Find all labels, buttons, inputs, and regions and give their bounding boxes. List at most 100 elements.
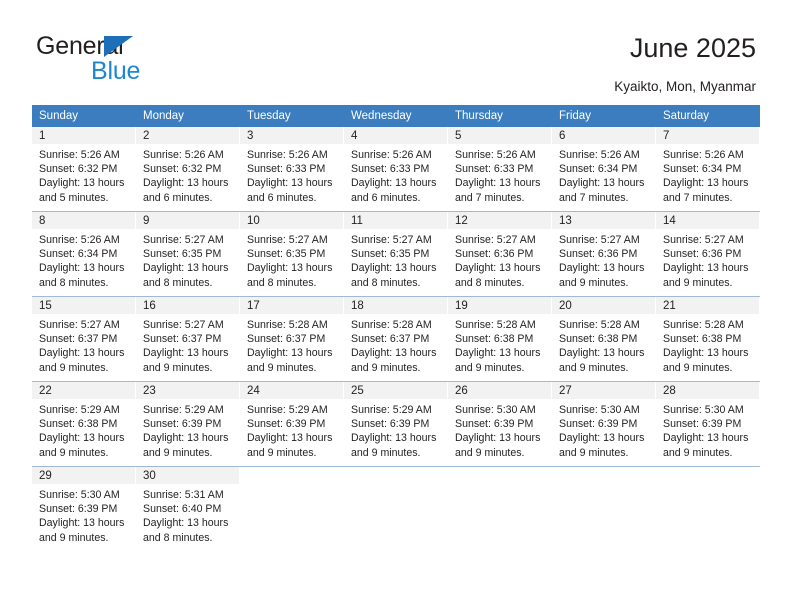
calendar-day-cell[interactable]: 14 Sunrise: 5:27 AM Sunset: 6:36 PM Dayligh… bbox=[656, 211, 760, 297]
calendar-day-cell[interactable]: 1 Sunrise: 5:26 AM Sunset: 6:32 PM Daylight… bbox=[32, 127, 136, 212]
sunset-text: Sunset: 6:33 PM bbox=[455, 163, 534, 176]
sunrise-text: Sunrise: 5:26 AM bbox=[39, 149, 120, 161]
daylight-text-line2: and 8 minutes. bbox=[247, 276, 317, 289]
calendar-day-cell[interactable]: 9 Sunrise: 5:27 AM Sunset: 6:35 PM Daylight… bbox=[136, 211, 240, 297]
daylight-text-line1: Daylight: 13 hours bbox=[455, 347, 541, 360]
day-number: 5 bbox=[455, 130, 462, 142]
sunrise-text: Sunrise: 5:28 AM bbox=[455, 319, 536, 331]
daylight-text-line1: Daylight: 13 hours bbox=[663, 347, 749, 360]
weekday-header-sunday: Sunday bbox=[32, 105, 136, 127]
calendar-day-cell[interactable]: 25 Sunrise: 5:29 AM Sunset: 6:39 PM Dayligh… bbox=[344, 381, 448, 467]
sunset-text: Sunset: 6:35 PM bbox=[351, 248, 430, 261]
day-number: 14 bbox=[663, 215, 676, 227]
calendar-day-cell[interactable]: 2 Sunrise: 5:26 AM Sunset: 6:32 PM Daylight… bbox=[136, 127, 240, 212]
day-number: 19 bbox=[455, 300, 468, 312]
calendar-day-cell[interactable] bbox=[656, 466, 760, 553]
daylight-text-line2: and 9 minutes. bbox=[143, 446, 213, 459]
calendar-day-cell[interactable]: 16 Sunrise: 5:27 AM Sunset: 6:37 PM Dayligh… bbox=[136, 296, 240, 382]
sunset-text: Sunset: 6:32 PM bbox=[143, 163, 222, 176]
sunrise-text: Sunrise: 5:26 AM bbox=[663, 149, 744, 161]
calendar-day-cell[interactable]: 24 Sunrise: 5:29 AM Sunset: 6:39 PM Dayligh… bbox=[240, 381, 344, 467]
daylight-text-line2: and 9 minutes. bbox=[39, 446, 109, 459]
calendar-day-cell[interactable] bbox=[448, 466, 552, 553]
logo-text-blue: Blue bbox=[91, 57, 141, 85]
calendar-day-cell[interactable]: 6 Sunrise: 5:26 AM Sunset: 6:34 PM Daylight… bbox=[552, 127, 656, 212]
sunset-text: Sunset: 6:39 PM bbox=[143, 418, 222, 431]
calendar-day-cell[interactable]: 23 Sunrise: 5:29 AM Sunset: 6:39 PM Dayligh… bbox=[136, 381, 240, 467]
day-number: 13 bbox=[559, 215, 572, 227]
page-header: General Blue June 2025 Kyaikto, Mon, Mya… bbox=[0, 0, 792, 100]
calendar-day-cell[interactable]: 4 Sunrise: 5:26 AM Sunset: 6:33 PM Daylight… bbox=[344, 127, 448, 212]
calendar-header-row: Sunday Monday Tuesday Wednesday Thursday… bbox=[32, 105, 760, 127]
day-number: 16 bbox=[143, 300, 156, 312]
day-number: 28 bbox=[663, 385, 676, 397]
calendar-day-cell[interactable]: 7 Sunrise: 5:26 AM Sunset: 6:34 PM Daylight… bbox=[656, 127, 760, 212]
day-number: 7 bbox=[663, 130, 670, 142]
sunrise-text: Sunrise: 5:26 AM bbox=[455, 149, 536, 161]
day-number: 22 bbox=[39, 385, 52, 397]
calendar-day-cell[interactable] bbox=[344, 466, 448, 553]
sunrise-text: Sunrise: 5:27 AM bbox=[455, 234, 536, 246]
sunrise-text: Sunrise: 5:26 AM bbox=[39, 234, 120, 246]
daylight-text-line2: and 9 minutes. bbox=[247, 446, 317, 459]
sunset-text: Sunset: 6:38 PM bbox=[455, 333, 534, 346]
calendar-day-cell[interactable]: 18 Sunrise: 5:28 AM Sunset: 6:37 PM Dayligh… bbox=[344, 296, 448, 382]
daylight-text-line2: and 9 minutes. bbox=[663, 446, 733, 459]
daylight-text-line2: and 8 minutes. bbox=[455, 276, 525, 289]
calendar-day-cell[interactable]: 10 Sunrise: 5:27 AM Sunset: 6:35 PM Dayligh… bbox=[240, 211, 344, 297]
calendar-day-cell[interactable] bbox=[552, 466, 656, 553]
sunrise-text: Sunrise: 5:26 AM bbox=[247, 149, 328, 161]
day-number: 4 bbox=[351, 130, 358, 142]
weekday-header-saturday: Saturday bbox=[656, 105, 760, 127]
calendar-day-cell[interactable]: 29 Sunrise: 5:30 AM Sunset: 6:39 PM Dayligh… bbox=[32, 466, 136, 553]
day-number: 1 bbox=[39, 130, 46, 142]
general-blue-logo[interactable]: General Blue bbox=[36, 32, 246, 88]
daylight-text-line2: and 9 minutes. bbox=[143, 361, 213, 374]
calendar-day-cell[interactable]: 22 Sunrise: 5:29 AM Sunset: 6:38 PM Dayligh… bbox=[32, 381, 136, 467]
calendar-day-cell[interactable]: 19 Sunrise: 5:28 AM Sunset: 6:38 PM Dayligh… bbox=[448, 296, 552, 382]
calendar-day-cell[interactable]: 12 Sunrise: 5:27 AM Sunset: 6:36 PM Dayligh… bbox=[448, 211, 552, 297]
page-subtitle-location: Kyaikto, Mon, Myanmar bbox=[614, 79, 756, 94]
day-number: 30 bbox=[143, 470, 156, 482]
sunset-text: Sunset: 6:34 PM bbox=[663, 163, 742, 176]
calendar-day-cell[interactable]: 5 Sunrise: 5:26 AM Sunset: 6:33 PM Daylight… bbox=[448, 127, 552, 212]
daylight-text-line2: and 9 minutes. bbox=[247, 361, 317, 374]
calendar-day-cell[interactable]: 13 Sunrise: 5:27 AM Sunset: 6:36 PM Dayligh… bbox=[552, 211, 656, 297]
daylight-text-line2: and 9 minutes. bbox=[351, 446, 421, 459]
day-number: 23 bbox=[143, 385, 156, 397]
calendar-day-cell[interactable]: 15 Sunrise: 5:27 AM Sunset: 6:37 PM Dayligh… bbox=[32, 296, 136, 382]
calendar-day-cell[interactable]: 3 Sunrise: 5:26 AM Sunset: 6:33 PM Daylight… bbox=[240, 127, 344, 212]
sunset-text: Sunset: 6:37 PM bbox=[247, 333, 326, 346]
calendar-day-cell[interactable]: 30 Sunrise: 5:31 AM Sunset: 6:40 PM Dayligh… bbox=[136, 466, 240, 553]
calendar-day-cell[interactable]: 8 Sunrise: 5:26 AM Sunset: 6:34 PM Daylight… bbox=[32, 211, 136, 297]
sunrise-text: Sunrise: 5:30 AM bbox=[559, 404, 640, 416]
sunrise-text: Sunrise: 5:30 AM bbox=[39, 489, 120, 501]
calendar-day-cell[interactable] bbox=[240, 466, 344, 553]
daylight-text-line1: Daylight: 13 hours bbox=[559, 347, 645, 360]
sunrise-text: Sunrise: 5:26 AM bbox=[143, 149, 224, 161]
daylight-text-line1: Daylight: 13 hours bbox=[143, 432, 229, 445]
day-number: 2 bbox=[143, 130, 150, 142]
day-number: 21 bbox=[663, 300, 676, 312]
calendar-page: General Blue June 2025 Kyaikto, Mon, Mya… bbox=[0, 0, 792, 612]
sunrise-text: Sunrise: 5:27 AM bbox=[351, 234, 432, 246]
sunset-text: Sunset: 6:37 PM bbox=[143, 333, 222, 346]
sunset-text: Sunset: 6:34 PM bbox=[559, 163, 638, 176]
daylight-text-line2: and 8 minutes. bbox=[143, 531, 213, 544]
day-number: 25 bbox=[351, 385, 364, 397]
daylight-text-line1: Daylight: 13 hours bbox=[247, 432, 333, 445]
calendar-day-cell[interactable]: 26 Sunrise: 5:30 AM Sunset: 6:39 PM Dayligh… bbox=[448, 381, 552, 467]
sunrise-text: Sunrise: 5:30 AM bbox=[663, 404, 744, 416]
calendar-day-cell[interactable]: 27 Sunrise: 5:30 AM Sunset: 6:39 PM Dayligh… bbox=[552, 381, 656, 467]
sunset-text: Sunset: 6:39 PM bbox=[455, 418, 534, 431]
calendar-day-cell[interactable]: 17 Sunrise: 5:28 AM Sunset: 6:37 PM Dayligh… bbox=[240, 296, 344, 382]
daylight-text-line2: and 7 minutes. bbox=[455, 191, 525, 204]
calendar-day-cell[interactable]: 11 Sunrise: 5:27 AM Sunset: 6:35 PM Dayligh… bbox=[344, 211, 448, 297]
daylight-text-line1: Daylight: 13 hours bbox=[143, 262, 229, 275]
calendar-week-row: 1 Sunrise: 5:26 AM Sunset: 6:32 PM Daylight… bbox=[32, 127, 760, 212]
sunset-text: Sunset: 6:32 PM bbox=[39, 163, 118, 176]
calendar-day-cell[interactable]: 28 Sunrise: 5:30 AM Sunset: 6:39 PM Dayligh… bbox=[656, 381, 760, 467]
daylight-text-line1: Daylight: 13 hours bbox=[455, 262, 541, 275]
calendar-day-cell[interactable]: 20 Sunrise: 5:28 AM Sunset: 6:38 PM Dayligh… bbox=[552, 296, 656, 382]
calendar-day-cell[interactable]: 21 Sunrise: 5:28 AM Sunset: 6:38 PM Dayligh… bbox=[656, 296, 760, 382]
